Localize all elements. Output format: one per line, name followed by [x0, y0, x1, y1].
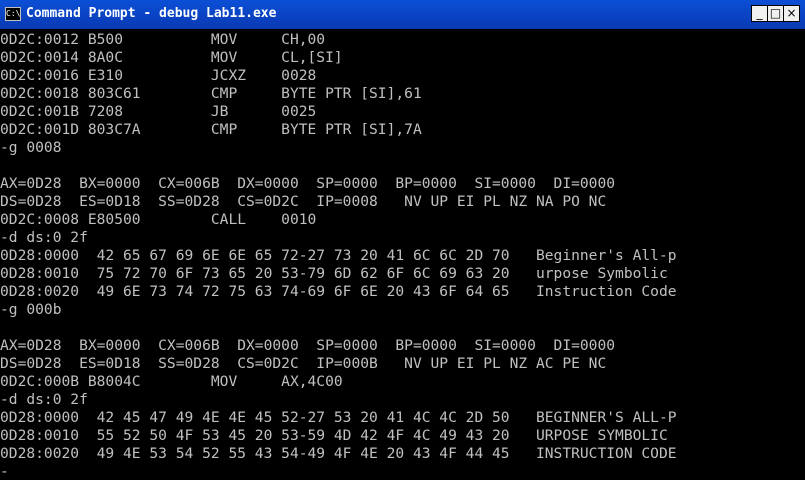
console-line: AX=0D28 BX=0000 CX=006B DX=0000 SP=0000 … [0, 337, 616, 354]
console-line: AX=0D28 BX=0000 CX=006B DX=0000 SP=0000 … [0, 175, 616, 192]
console-line: 0D28:0010 75 72 70 6F 73 65 20 53-79 6D … [0, 265, 668, 282]
console-line: -g 0008 [0, 139, 62, 156]
minimize-button[interactable]: _ [751, 5, 768, 22]
close-button[interactable]: × [783, 5, 800, 22]
console-line: - [0, 463, 9, 480]
console-line: -d ds:0 2f [0, 391, 88, 408]
console-line: DS=0D28 ES=0D18 SS=0D28 CS=0D2C IP=0008 … [0, 193, 607, 210]
console-line: 0D2C:001D 803C7A CMP BYTE PTR [SI],7A [0, 121, 422, 138]
console-line: 0D2C:0012 B500 MOV CH,00 [0, 31, 326, 48]
console-line: 0D2C:0014 8A0C MOV CL,[SI] [0, 49, 343, 66]
console-output[interactable]: 0D2C:0012 B500 MOV CH,00 0D2C:0014 8A0C M… [0, 31, 805, 480]
console-line: -g 000b [0, 301, 62, 318]
console-line: 0D2C:0018 803C61 CMP BYTE PTR [SI],61 [0, 85, 422, 102]
console-line: 0D28:0000 42 65 67 69 6E 6E 65 72-27 73 … [0, 247, 677, 264]
console-line: 0D28:0020 49 4E 53 54 52 55 43 54-49 4F … [0, 445, 677, 462]
console-line: 0D2C:0008 E80500 CALL 0010 [0, 211, 317, 228]
console-line: 0D28:0000 42 45 47 49 4E 4E 45 52-27 53 … [0, 409, 677, 426]
console-line: DS=0D28 ES=0D18 SS=0D28 CS=0D2C IP=000B … [0, 355, 607, 372]
command-prompt-window: C:\ Command Prompt - debug Lab11.exe _ □… [0, 0, 805, 480]
console-line: 0D28:0010 55 52 50 4F 53 45 20 53-59 4D … [0, 427, 668, 444]
console-line: -d ds:0 2f [0, 229, 88, 246]
window-title: Command Prompt - debug Lab11.exe [26, 6, 277, 21]
maximize-button[interactable]: □ [767, 5, 784, 22]
console-line: 0D28:0020 49 6E 73 74 72 75 63 74-69 6F … [0, 283, 677, 300]
console-line: 0D2C:000B B8004C MOV AX,4C00 [0, 373, 343, 390]
console-line: 0D2C:001B 7208 JB 0025 [0, 103, 317, 120]
title-bar[interactable]: C:\ Command Prompt - debug Lab11.exe _ □… [0, 0, 805, 30]
console-app-icon[interactable]: C:\ [5, 7, 21, 21]
console-line: 0D2C:0016 E310 JCXZ 0028 [0, 67, 317, 84]
